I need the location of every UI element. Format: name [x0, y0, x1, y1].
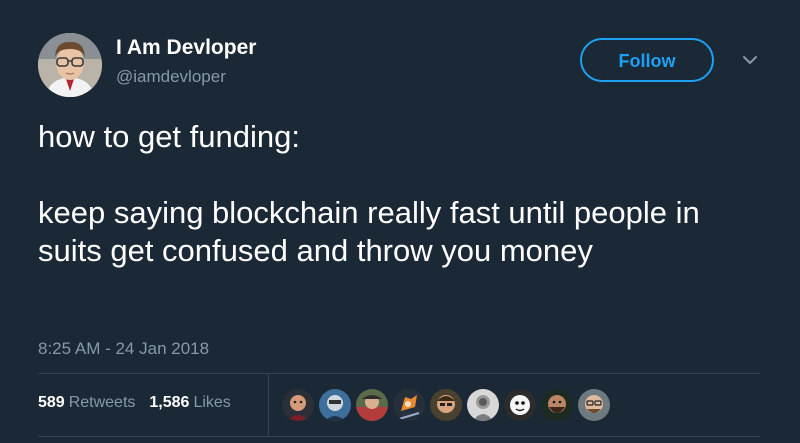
- liker-avatar[interactable]: [541, 389, 573, 421]
- liker-avatar[interactable]: [282, 389, 314, 421]
- retweets-label: Retweets: [68, 394, 136, 411]
- follow-button[interactable]: Follow: [580, 38, 714, 82]
- retweets-stat[interactable]: 589 Retweets: [38, 394, 135, 411]
- likes-label: Likes: [193, 394, 231, 411]
- liker-avatar[interactable]: [393, 389, 425, 421]
- liker-avatar[interactable]: [504, 389, 536, 421]
- likes-count: 1,586: [149, 394, 190, 411]
- liker-avatar[interactable]: [467, 389, 499, 421]
- tweet-text: how to get funding: keep saying blockcha…: [38, 118, 758, 270]
- likes-stat[interactable]: 1,586 Likes: [149, 394, 230, 411]
- tweet-stats: 589 Retweets 1,586 Likes: [38, 394, 245, 412]
- divider-bottom: [38, 436, 760, 437]
- liker-avatar[interactable]: [430, 389, 462, 421]
- tweet-text-line-1: how to get funding:: [38, 119, 300, 154]
- tweet-text-line-2: keep saying blockchain really fast until…: [38, 195, 700, 268]
- author-avatar[interactable]: [38, 33, 102, 97]
- tweet-card: I Am Devloper @iamdevloper Follow how to…: [0, 0, 800, 443]
- tweet-timestamp[interactable]: 8:25 AM - 24 Jan 2018: [38, 339, 209, 359]
- author-display-name[interactable]: I Am Devloper: [116, 36, 256, 60]
- divider-top: [38, 373, 760, 374]
- stats-separator: [268, 374, 269, 436]
- chevron-down-icon[interactable]: [740, 52, 760, 68]
- liker-avatar[interactable]: [578, 389, 610, 421]
- liker-avatar[interactable]: [356, 389, 388, 421]
- liker-avatar[interactable]: [319, 389, 351, 421]
- tweet-text-gap: [38, 156, 758, 194]
- retweets-count: 589: [38, 394, 65, 411]
- author-handle[interactable]: @iamdevloper: [116, 67, 226, 87]
